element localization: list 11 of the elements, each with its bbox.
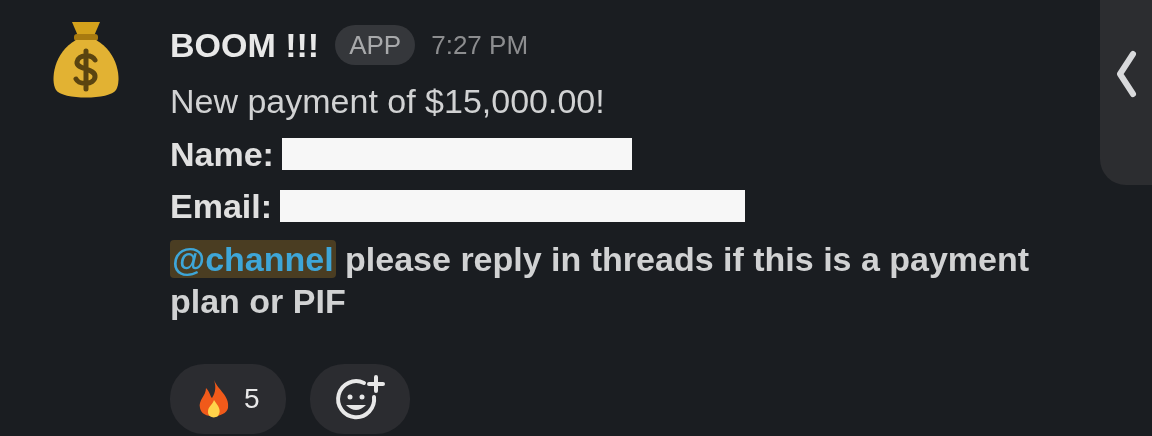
side-panel-tab[interactable]	[1100, 0, 1152, 185]
timestamp[interactable]: 7:27 PM	[431, 18, 529, 72]
mention-link[interactable]: @channel	[170, 240, 336, 278]
field-label: Email:	[170, 186, 273, 227]
message-text: @channel please reply in threads if this is a payment plan or PIF	[170, 239, 1031, 322]
field-label: Name:	[170, 134, 274, 175]
app-badge: APP	[335, 25, 416, 65]
chevron-left-icon	[1115, 50, 1137, 98]
reaction-button[interactable]: 5	[170, 364, 286, 434]
sender-name[interactable]: BOOM !!!	[170, 18, 320, 72]
payment-message: New payment of $15,000.00!	[170, 81, 605, 122]
